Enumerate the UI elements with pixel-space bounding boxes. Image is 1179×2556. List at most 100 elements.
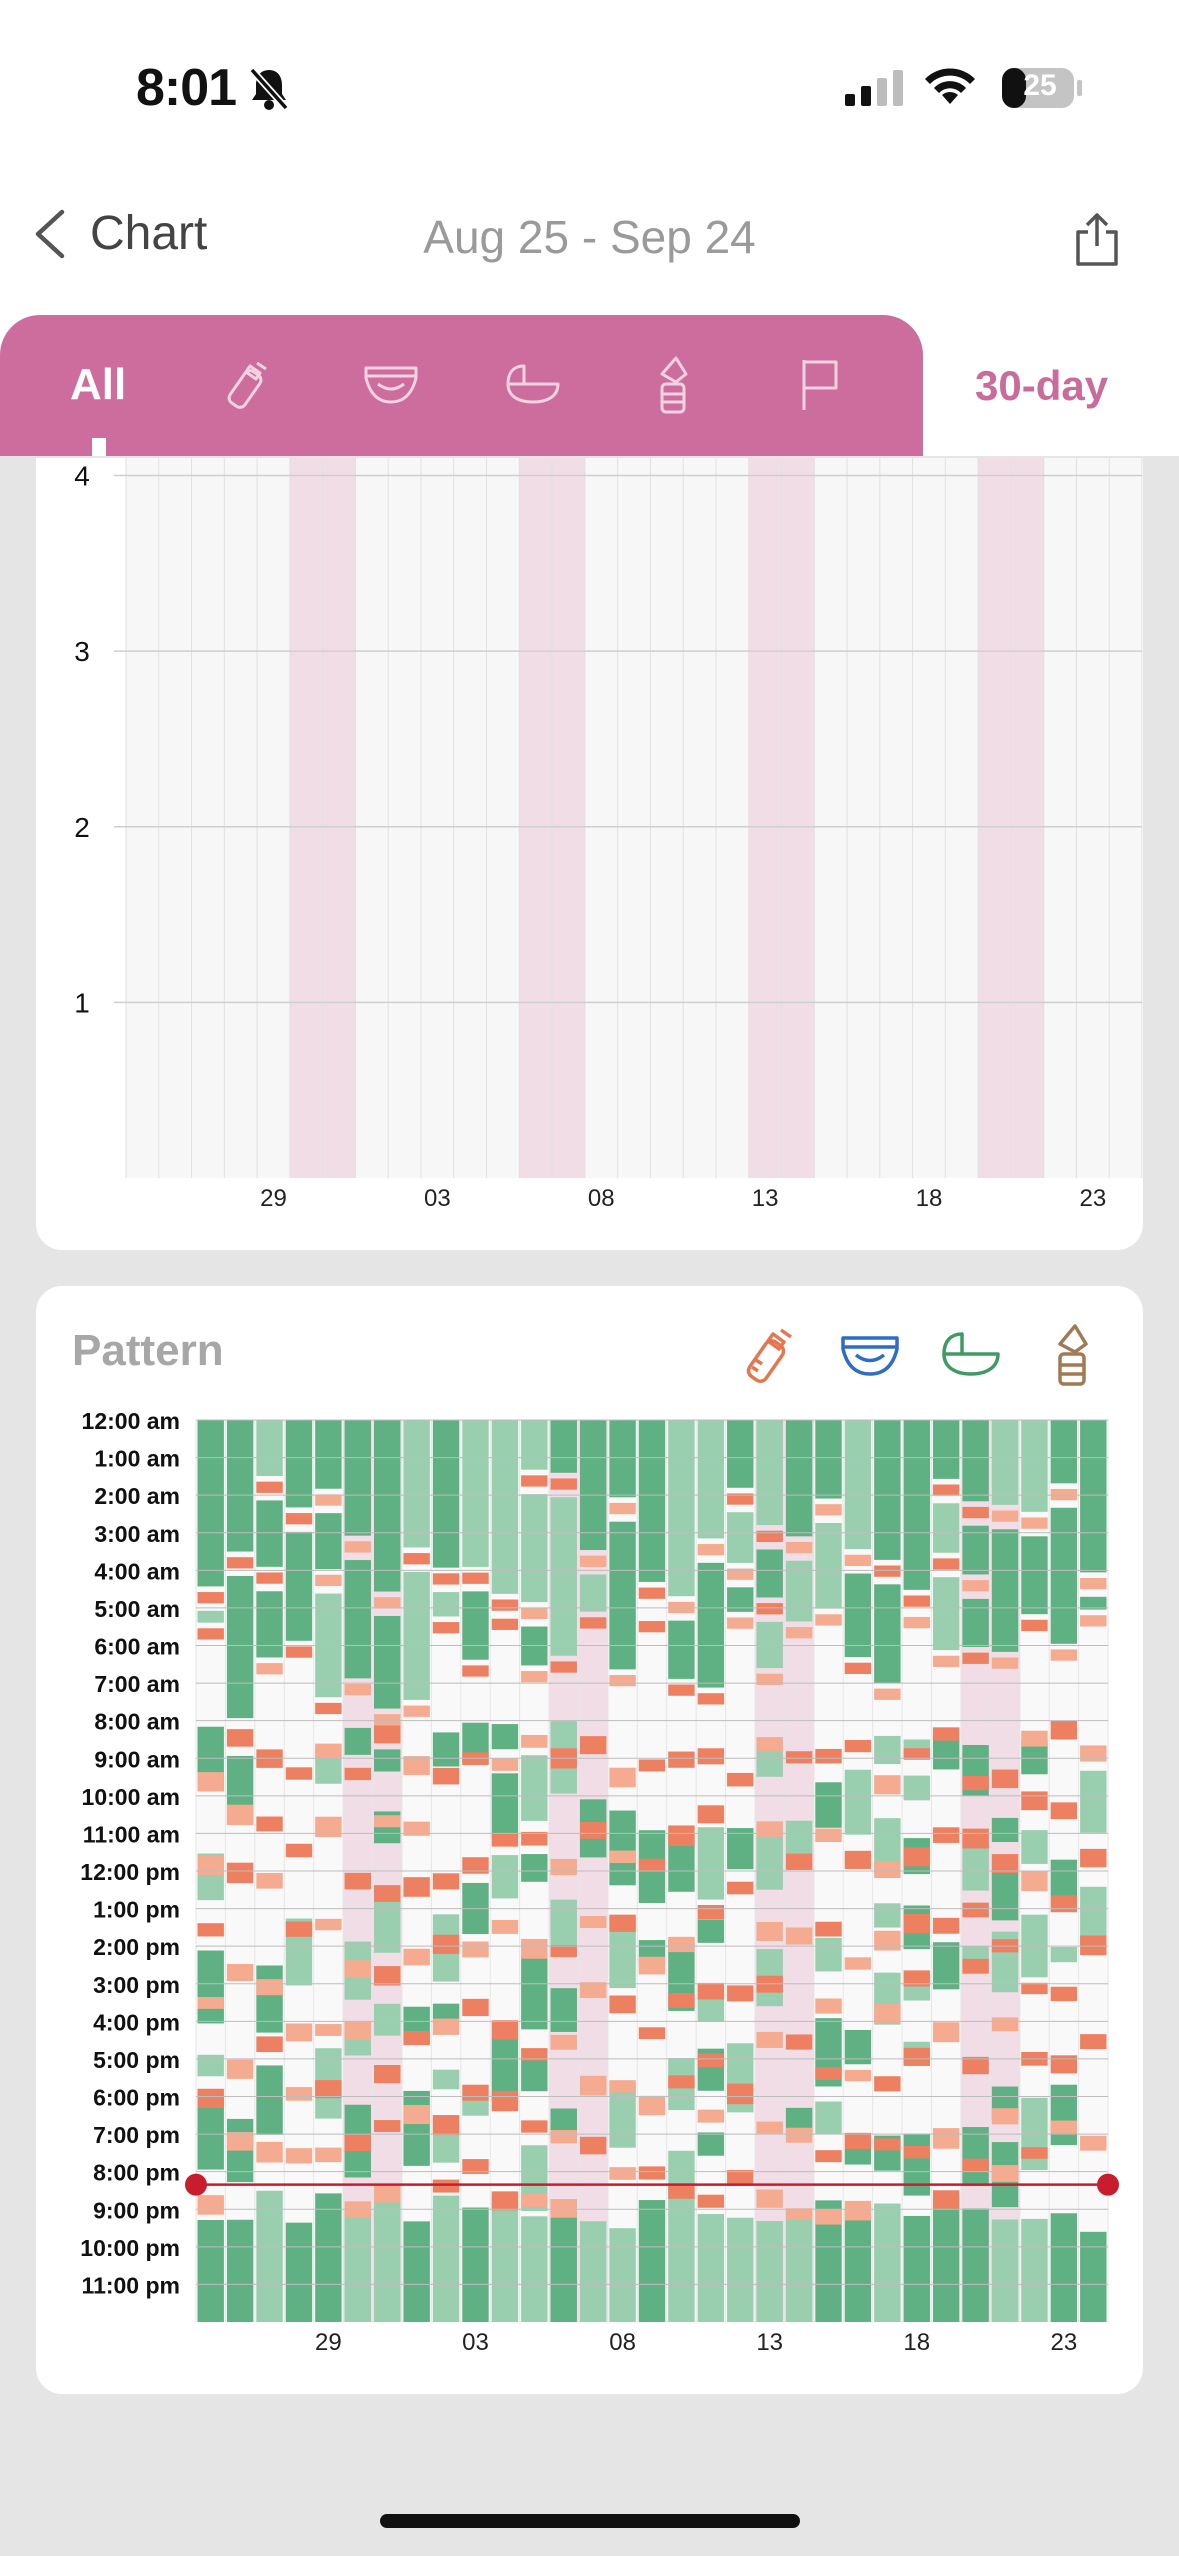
- bottle-icon[interactable]: [216, 354, 276, 414]
- pattern-cell: [579, 1574, 607, 1612]
- pattern-cell: [1080, 1420, 1107, 1573]
- pattern-cell: [903, 1913, 930, 1934]
- pattern-cell: [285, 1646, 313, 1658]
- bassinet-icon[interactable]: [502, 354, 564, 414]
- pattern-cell: [579, 1617, 607, 1629]
- pattern-cell: [697, 2214, 725, 2322]
- pattern-cell: [462, 1665, 489, 1677]
- pattern-cell: [226, 1729, 254, 1747]
- pattern-cell: [226, 1963, 254, 1982]
- pattern-cell: [962, 1598, 989, 1648]
- pattern-cell: [932, 1917, 960, 1934]
- pattern-cell: [609, 2228, 636, 2322]
- pattern-cell: [344, 1420, 372, 1536]
- pattern-cell: [285, 1767, 313, 1780]
- pattern-cell: [285, 1513, 313, 1525]
- diaper-icon[interactable]: [360, 354, 422, 414]
- pattern-cell: [1080, 2231, 1107, 2322]
- y-hour-label: 4:00 pm: [93, 2009, 180, 2035]
- pattern-cell: [226, 1862, 254, 1884]
- pattern-cell: [491, 1599, 519, 1611]
- period-30-day-button[interactable]: 30-day: [975, 362, 1108, 410]
- pattern-cell: [197, 1855, 224, 1876]
- pattern-cell: [903, 1616, 930, 1629]
- pattern-cell: [991, 2165, 1019, 2182]
- flag-icon[interactable]: [796, 354, 846, 414]
- pattern-cell: [697, 2194, 725, 2208]
- share-icon[interactable]: [1072, 212, 1122, 268]
- pattern-cell: [256, 1816, 283, 1832]
- pattern-cell: [432, 1767, 460, 1785]
- pattern-cell: [491, 1855, 519, 1899]
- pattern-cell: [1050, 2120, 1078, 2134]
- pattern-cell: [609, 1521, 636, 1670]
- pattern-cell: [1080, 1770, 1107, 1833]
- pattern-cell: [727, 1828, 754, 1870]
- x-tick-label: 29: [260, 1185, 287, 1212]
- pattern-cell: [815, 1504, 842, 1516]
- breast-pump-icon[interactable]: [646, 354, 702, 416]
- pattern-cell: [785, 2034, 813, 2050]
- pattern-cell: [903, 2145, 930, 2159]
- pattern-cell: [403, 2090, 430, 2166]
- y-hour-label: 7:00 pm: [93, 2122, 180, 2148]
- pattern-cell: [1050, 1420, 1078, 1484]
- pattern-cell: [197, 2088, 224, 2109]
- pattern-cell: [256, 2141, 283, 2163]
- pattern-cell: [521, 2216, 548, 2322]
- pattern-cell: [374, 1966, 401, 1986]
- pattern-cell: [638, 2166, 666, 2180]
- wifi-icon: [925, 68, 975, 104]
- pattern-cell: [462, 1572, 489, 1584]
- pattern-cell: [756, 1621, 783, 1669]
- pattern-cell: [432, 2195, 460, 2322]
- y-tick-label: 1: [74, 987, 90, 1018]
- x-tick-label: 13: [752, 1185, 779, 1212]
- pattern-cell: [256, 1873, 283, 1889]
- pattern-cell: [932, 1484, 960, 1496]
- pattern-cell: [638, 1621, 666, 1633]
- pattern-cell: [844, 2069, 872, 2082]
- diaper-icon: [841, 1336, 899, 1376]
- pattern-cell: [1021, 2218, 1048, 2322]
- pattern-cell: [550, 1858, 577, 1876]
- pattern-cell: [844, 1554, 872, 1567]
- pattern-cell: [256, 1420, 283, 1477]
- pattern-cell: [962, 1958, 989, 1974]
- pattern-cell: [903, 2215, 930, 2322]
- pattern-cell: [638, 1420, 666, 1582]
- pattern-cell: [403, 2105, 430, 2125]
- pattern-cell: [256, 1965, 283, 2033]
- pattern-cell: [756, 2189, 783, 2208]
- weekend-band: [748, 458, 782, 1178]
- pattern-cell: [521, 1854, 548, 1882]
- pattern-cell: [1080, 1578, 1107, 1590]
- pattern-cell: [874, 1903, 901, 1928]
- selected-tab-indicator: [92, 438, 106, 456]
- tab-all[interactable]: All: [70, 360, 126, 410]
- pattern-cell: [697, 2053, 725, 2068]
- pattern-cell: [697, 2132, 725, 2156]
- pattern-cell: [550, 1945, 577, 1958]
- pattern-cell: [874, 2004, 901, 2023]
- pattern-cell: [903, 1775, 930, 1801]
- pattern-cell: [550, 1478, 577, 1490]
- x-tick-label: 18: [916, 1185, 943, 1212]
- pattern-cell: [1050, 2055, 1078, 2074]
- pattern-cell: [226, 1557, 254, 1569]
- pattern-cell: [521, 2059, 548, 2092]
- pattern-cell: [285, 1843, 313, 1858]
- pattern-cell: [344, 1683, 372, 1696]
- pattern-cell: [609, 1675, 636, 1687]
- pattern-cell: [1021, 1871, 1048, 1892]
- pattern-cell: [462, 2084, 489, 2101]
- pattern-cell: [315, 2080, 342, 2099]
- y-hour-label: 1:00 am: [94, 1446, 180, 1472]
- pattern-cell: [609, 1810, 636, 1886]
- pattern-cell: [785, 1820, 813, 1854]
- pattern-cell: [1050, 1720, 1078, 1740]
- pattern-cell: [903, 1595, 930, 1607]
- pattern-cell: [932, 1942, 960, 1990]
- y-hour-label: 11:00 pm: [82, 2272, 180, 2298]
- pattern-cell: [462, 1591, 489, 1660]
